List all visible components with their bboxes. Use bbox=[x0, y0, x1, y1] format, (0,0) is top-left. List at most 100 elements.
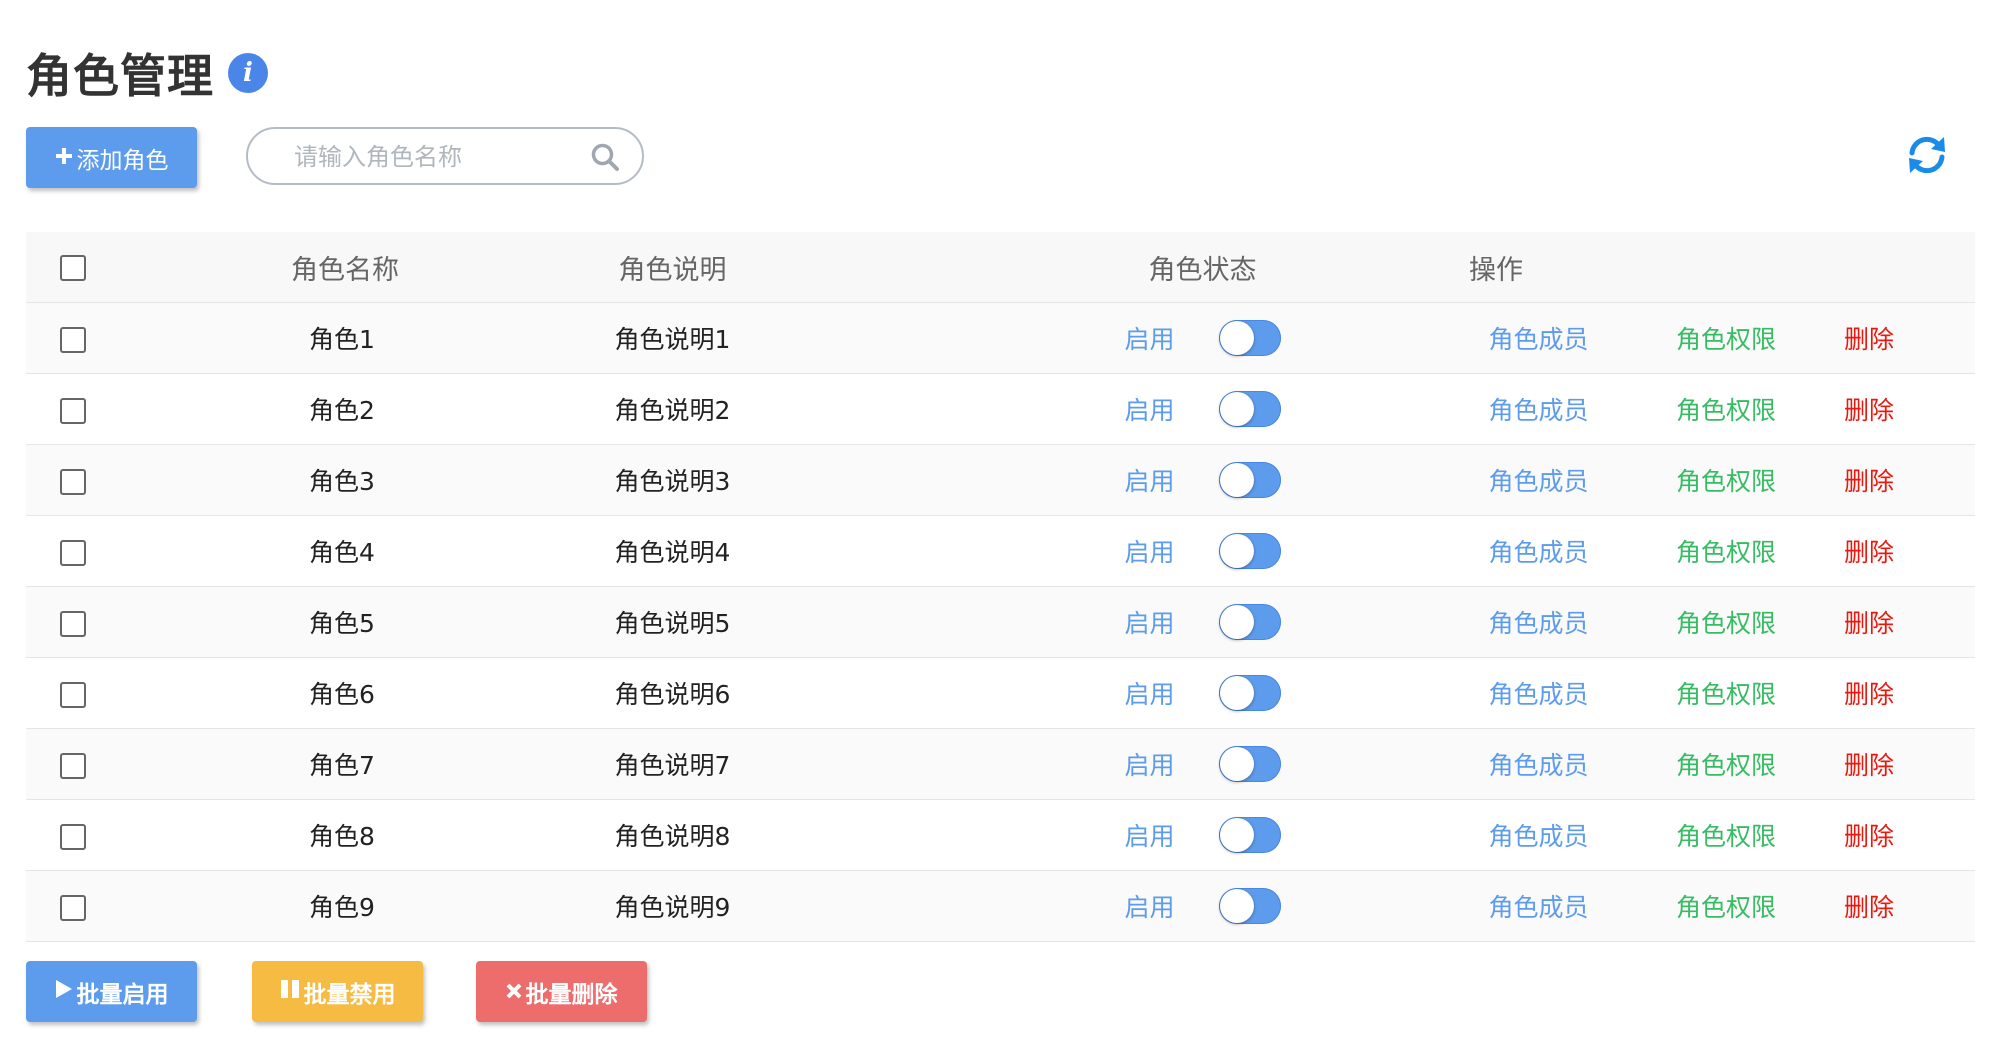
row-checkbox[interactable] bbox=[59, 681, 86, 708]
table-row: 角色5 角色说明5 启用 角色成员 角色权限 删除 bbox=[26, 586, 1975, 658]
search-box bbox=[246, 127, 644, 185]
delete-link[interactable]: 删除 bbox=[1820, 586, 1975, 658]
delete-link[interactable]: 删除 bbox=[1820, 515, 1975, 587]
members-link[interactable]: 角色成员 bbox=[1445, 870, 1632, 942]
toggle-knob bbox=[1219, 321, 1254, 355]
status-toggle[interactable] bbox=[1218, 533, 1281, 569]
role-name: 角色3 bbox=[119, 444, 530, 516]
table-row: 角色3 角色说明3 启用 角色成员 角色权限 删除 bbox=[26, 444, 1975, 516]
search-icon[interactable] bbox=[590, 142, 620, 172]
delete-link[interactable]: 删除 bbox=[1820, 373, 1975, 445]
bulk-disable-button[interactable]: 批量禁用 bbox=[252, 961, 423, 1022]
delete-link[interactable]: 删除 bbox=[1820, 657, 1975, 729]
permissions-link[interactable]: 角色权限 bbox=[1632, 728, 1820, 800]
members-link[interactable]: 角色成员 bbox=[1445, 444, 1632, 516]
bulk-delete-label: 批量删除 bbox=[525, 981, 618, 1008]
role-name: 角色9 bbox=[119, 870, 530, 942]
role-name: 角色8 bbox=[119, 799, 530, 871]
role-description: 角色说明1 bbox=[530, 302, 960, 374]
toggle-knob bbox=[1219, 605, 1254, 639]
toggle-knob bbox=[1219, 747, 1254, 781]
members-link[interactable]: 角色成员 bbox=[1445, 799, 1632, 871]
role-name: 角色7 bbox=[119, 728, 530, 800]
permissions-link[interactable]: 角色权限 bbox=[1632, 870, 1820, 942]
table-row: 角色6 角色说明6 启用 角色成员 角色权限 删除 bbox=[26, 657, 1975, 729]
plus-icon bbox=[55, 145, 73, 171]
permissions-link[interactable]: 角色权限 bbox=[1632, 444, 1820, 516]
role-description: 角色说明9 bbox=[530, 870, 960, 942]
row-checkbox[interactable] bbox=[59, 823, 86, 850]
play-icon bbox=[55, 979, 73, 1005]
row-checkbox[interactable] bbox=[59, 752, 86, 779]
column-header-name: 角色名称 bbox=[119, 232, 530, 303]
row-checkbox[interactable] bbox=[59, 397, 86, 424]
role-status-text: 启用 bbox=[1124, 893, 1175, 922]
row-select-cell bbox=[26, 302, 119, 374]
delete-link[interactable]: 删除 bbox=[1820, 444, 1975, 516]
role-status-cell: 启用 bbox=[960, 586, 1445, 658]
permissions-link[interactable]: 角色权限 bbox=[1632, 515, 1820, 587]
members-link[interactable]: 角色成员 bbox=[1445, 657, 1632, 729]
status-toggle[interactable] bbox=[1218, 391, 1281, 427]
role-status-cell: 启用 bbox=[960, 444, 1445, 516]
roles-table: 角色名称 角色说明 角色状态 操作 角色1 角色说明1 启用 角色成员 角色权限 删除 角色… bbox=[26, 232, 1975, 942]
members-link[interactable]: 角色成员 bbox=[1445, 515, 1632, 587]
role-name: 角色4 bbox=[119, 515, 530, 587]
permissions-link[interactable]: 角色权限 bbox=[1632, 799, 1820, 871]
status-toggle[interactable] bbox=[1218, 462, 1281, 498]
search-input[interactable] bbox=[292, 139, 566, 175]
row-checkbox[interactable] bbox=[59, 468, 86, 495]
status-toggle[interactable] bbox=[1218, 604, 1281, 640]
row-select-cell bbox=[26, 657, 119, 729]
status-toggle[interactable] bbox=[1218, 675, 1281, 711]
bulk-enable-button[interactable]: 批量启用 bbox=[26, 961, 197, 1022]
toggle-knob bbox=[1219, 534, 1254, 568]
status-toggle[interactable] bbox=[1218, 817, 1281, 853]
page-title: 角色管理 bbox=[26, 49, 214, 103]
status-toggle[interactable] bbox=[1218, 746, 1281, 782]
status-toggle[interactable] bbox=[1218, 320, 1281, 356]
bulk-enable-label: 批量启用 bbox=[76, 981, 169, 1008]
toggle-knob bbox=[1219, 392, 1254, 426]
role-status-cell: 启用 bbox=[960, 870, 1445, 942]
role-description: 角色说明5 bbox=[530, 586, 960, 658]
row-checkbox[interactable] bbox=[59, 326, 86, 353]
delete-link[interactable]: 删除 bbox=[1820, 302, 1975, 374]
delete-link[interactable]: 删除 bbox=[1820, 799, 1975, 871]
toggle-knob bbox=[1219, 676, 1254, 710]
role-description: 角色说明4 bbox=[530, 515, 960, 587]
row-select-cell bbox=[26, 515, 119, 587]
refresh-icon[interactable] bbox=[1904, 132, 1950, 182]
info-icon[interactable]: i bbox=[228, 53, 268, 93]
select-all-cell bbox=[26, 232, 119, 303]
select-all-checkbox[interactable] bbox=[59, 255, 86, 281]
members-link[interactable]: 角色成员 bbox=[1445, 586, 1632, 658]
role-status-text: 启用 bbox=[1124, 325, 1175, 354]
members-link[interactable]: 角色成员 bbox=[1445, 373, 1632, 445]
role-status-cell: 启用 bbox=[960, 657, 1445, 729]
table-row: 角色9 角色说明9 启用 角色成员 角色权限 删除 bbox=[26, 870, 1975, 942]
delete-link[interactable]: 删除 bbox=[1820, 870, 1975, 942]
row-checkbox[interactable] bbox=[59, 539, 86, 566]
add-role-button[interactable]: 添加角色 bbox=[26, 127, 197, 188]
role-status-text: 启用 bbox=[1124, 467, 1175, 496]
role-status-cell: 启用 bbox=[960, 799, 1445, 871]
members-link[interactable]: 角色成员 bbox=[1445, 302, 1632, 374]
delete-link[interactable]: 删除 bbox=[1820, 728, 1975, 800]
permissions-link[interactable]: 角色权限 bbox=[1632, 586, 1820, 658]
row-checkbox[interactable] bbox=[59, 894, 86, 921]
toggle-knob bbox=[1219, 463, 1254, 497]
row-checkbox[interactable] bbox=[59, 610, 86, 637]
add-role-label: 添加角色 bbox=[76, 147, 169, 174]
role-name: 角色5 bbox=[119, 586, 530, 658]
permissions-link[interactable]: 角色权限 bbox=[1632, 373, 1820, 445]
table-header-row: 角色名称 角色说明 角色状态 操作 bbox=[26, 232, 1975, 303]
bulk-delete-button[interactable]: 批量删除 bbox=[476, 961, 647, 1022]
permissions-link[interactable]: 角色权限 bbox=[1632, 657, 1820, 729]
status-toggle[interactable] bbox=[1218, 888, 1281, 924]
table-row: 角色7 角色说明7 启用 角色成员 角色权限 删除 bbox=[26, 728, 1975, 800]
members-link[interactable]: 角色成员 bbox=[1445, 728, 1632, 800]
permissions-link[interactable]: 角色权限 bbox=[1632, 302, 1820, 374]
row-select-cell bbox=[26, 799, 119, 871]
role-status-text: 启用 bbox=[1124, 396, 1175, 425]
